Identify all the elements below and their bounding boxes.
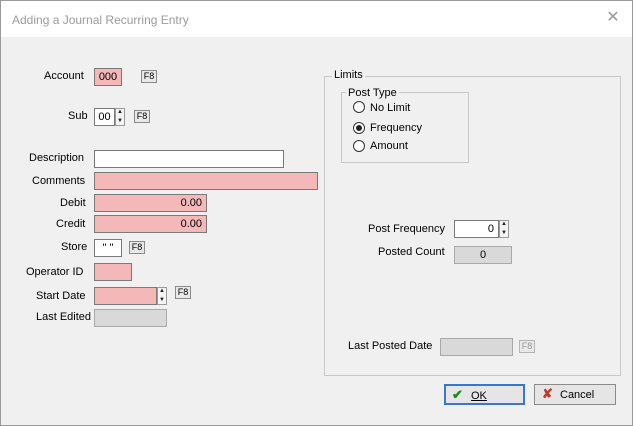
credit-value: 0.00 bbox=[180, 218, 202, 230]
sub-field[interactable]: 00 bbox=[94, 108, 115, 126]
post-frequency-value: 0 bbox=[487, 223, 494, 235]
last-posted-date-label: Last Posted Date bbox=[348, 340, 433, 352]
debit-field[interactable]: 0.00 bbox=[94, 194, 207, 212]
spin-up-icon[interactable]: ▲ bbox=[116, 109, 124, 116]
store-label: Store bbox=[61, 241, 88, 253]
window-title: Adding a Journal Recurring Entry bbox=[12, 13, 189, 27]
x-icon: ✘ bbox=[542, 386, 553, 401]
cancel-button[interactable]: ✘ Cancel bbox=[534, 384, 616, 405]
sub-spinner[interactable]: ▲ ▼ bbox=[115, 108, 125, 126]
posted-count-field: 0 bbox=[454, 246, 512, 264]
store-lookup-button[interactable]: F8 bbox=[129, 241, 145, 254]
start-date-label: Start Date bbox=[36, 290, 86, 302]
post-frequency-label: Post Frequency bbox=[368, 223, 446, 235]
store-value: " " bbox=[102, 242, 114, 254]
spin-down-icon[interactable]: ▼ bbox=[500, 230, 508, 237]
sub-value: 00 bbox=[98, 111, 111, 123]
credit-field[interactable]: 0.00 bbox=[94, 215, 207, 233]
comments-field[interactable] bbox=[94, 172, 318, 190]
operator-id-label: Operator ID bbox=[26, 266, 84, 278]
start-date-lookup-button[interactable]: F8 bbox=[175, 286, 191, 299]
debit-value: 0.00 bbox=[180, 197, 202, 209]
radio-amount[interactable] bbox=[353, 140, 365, 152]
description-field[interactable] bbox=[94, 150, 284, 168]
ok-button[interactable]: ✔ OK bbox=[444, 384, 525, 405]
title-bar: Adding a Journal Recurring Entry ✕ bbox=[1, 1, 632, 37]
account-lookup-button[interactable]: F8 bbox=[141, 70, 157, 83]
spin-down-icon[interactable]: ▼ bbox=[158, 297, 166, 304]
account-field[interactable]: 000 bbox=[94, 68, 122, 86]
sub-lookup-button[interactable]: F8 bbox=[134, 110, 150, 123]
sub-label: Sub bbox=[68, 110, 88, 122]
description-label: Description bbox=[29, 152, 85, 164]
radio-frequency[interactable] bbox=[353, 122, 365, 134]
post-type-title: Post Type bbox=[346, 87, 399, 99]
posted-count-value: 0 bbox=[479, 249, 487, 261]
start-date-spinner[interactable]: ▲ ▼ bbox=[157, 287, 167, 305]
start-date-field[interactable] bbox=[94, 287, 157, 305]
post-frequency-spinner[interactable]: ▲ ▼ bbox=[499, 220, 509, 238]
radio-no-limit[interactable] bbox=[353, 101, 365, 113]
cancel-button-label: Cancel bbox=[560, 389, 595, 401]
radio-frequency-label[interactable]: Frequency bbox=[370, 122, 422, 134]
account-label: Account bbox=[44, 70, 84, 82]
close-icon[interactable]: ✕ bbox=[604, 9, 622, 27]
spin-down-icon[interactable]: ▼ bbox=[116, 118, 124, 125]
radio-no-limit-label[interactable]: No Limit bbox=[370, 102, 410, 114]
last-posted-date-field bbox=[440, 338, 513, 356]
last-posted-date-lookup-button: F8 bbox=[519, 340, 535, 353]
check-icon: ✔ bbox=[452, 387, 463, 402]
posted-count-label: Posted Count bbox=[378, 246, 445, 258]
debit-label: Debit bbox=[60, 197, 86, 209]
last-edited-label: Last Edited bbox=[36, 311, 92, 323]
store-field[interactable]: " " bbox=[94, 239, 122, 257]
comments-label: Comments bbox=[32, 175, 86, 187]
limits-title: Limits bbox=[332, 69, 365, 81]
radio-amount-label[interactable]: Amount bbox=[370, 140, 408, 152]
post-frequency-field[interactable]: 0 bbox=[454, 220, 499, 238]
credit-label: Credit bbox=[56, 218, 86, 230]
account-value: 000 bbox=[98, 71, 118, 83]
dialog-window: Adding a Journal Recurring Entry ✕ Accou… bbox=[0, 0, 633, 426]
ok-button-label: OK bbox=[471, 390, 487, 402]
last-edited-field bbox=[94, 309, 167, 327]
spin-up-icon[interactable]: ▲ bbox=[500, 221, 508, 228]
operator-id-field[interactable] bbox=[94, 263, 132, 281]
spin-up-icon[interactable]: ▲ bbox=[158, 288, 166, 295]
dialog-client-area: Account 000 F8 Sub 00 ▲ ▼ F8 Description… bbox=[8, 37, 625, 419]
